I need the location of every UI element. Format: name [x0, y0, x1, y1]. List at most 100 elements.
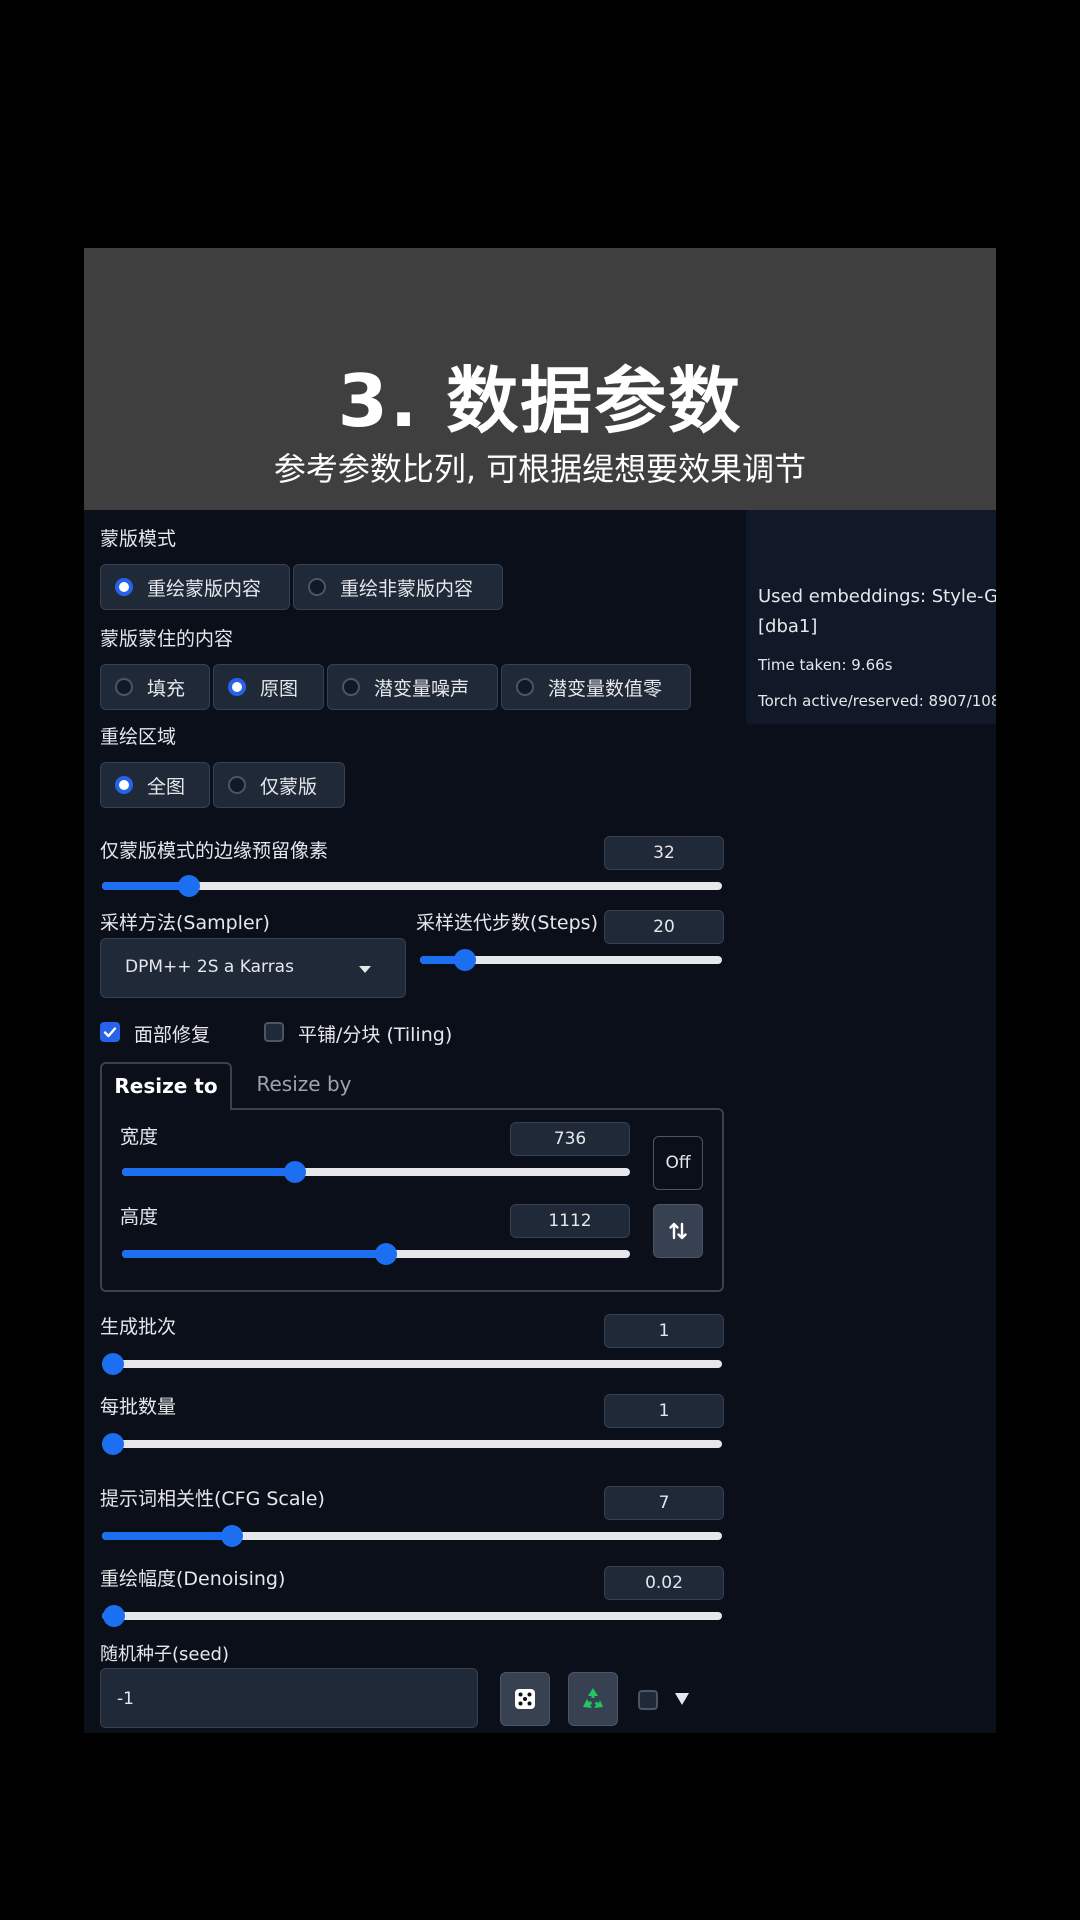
- radio-dot: [342, 678, 360, 696]
- reuse-seed-button[interactable]: [568, 1672, 618, 1726]
- slider-track: [102, 1612, 722, 1620]
- radio-only-masked[interactable]: 仅蒙版: [213, 762, 345, 808]
- height-input[interactable]: 1112: [510, 1204, 630, 1238]
- seed-value: -1: [117, 1689, 134, 1709]
- title-banner: 3. 数据参数 参考参数比列, 可根据缇想要效果调节: [84, 248, 996, 510]
- slider-thumb[interactable]: [454, 949, 477, 971]
- extra-seed-checkbox[interactable]: [638, 1690, 658, 1710]
- tiling-label: 平铺/分块 (Tiling): [298, 1024, 453, 1046]
- radio-dot: [115, 578, 133, 596]
- steps-slider[interactable]: [420, 946, 722, 974]
- batch-count-label: 生成批次: [100, 1316, 177, 1338]
- dice-icon: [515, 1689, 535, 1709]
- slider-fill: [102, 1532, 233, 1540]
- tab-resize-to[interactable]: Resize to: [100, 1062, 232, 1110]
- radio-inpaint-masked[interactable]: 重绘蒙版内容: [100, 564, 290, 610]
- padding-slider[interactable]: [102, 872, 722, 900]
- batch-size-input[interactable]: 1: [604, 1394, 724, 1428]
- check-icon: [103, 1027, 117, 1038]
- slider-fill: [122, 1250, 387, 1258]
- radio-label: 仅蒙版: [260, 775, 318, 798]
- off-button[interactable]: Off: [653, 1136, 703, 1190]
- output-info-panel: Used embeddings: Style-Glas [dba1] Time …: [746, 510, 996, 724]
- triangle-down-icon[interactable]: [674, 1692, 690, 1706]
- mask-mode-radio-group: 重绘蒙版内容 重绘非蒙版内容: [100, 564, 503, 610]
- random-seed-button[interactable]: [500, 1672, 550, 1726]
- steps-input[interactable]: 20: [604, 910, 724, 944]
- banner-title: 3. 数据参数: [337, 359, 743, 443]
- cfg-scale-slider[interactable]: [102, 1522, 722, 1550]
- radio-label: 重绘非蒙版内容: [340, 577, 474, 600]
- embeddings-hash: [dba1]: [758, 616, 818, 637]
- slider-thumb[interactable]: [102, 1433, 124, 1455]
- banner-subtitle: 参考参数比列, 可根据缇想要效果调节: [273, 450, 807, 488]
- slider-thumb[interactable]: [103, 1605, 126, 1627]
- radio-label: 全图: [147, 775, 186, 798]
- height-label: 高度: [120, 1206, 159, 1228]
- radio-label: 潜变量数值零: [548, 677, 663, 700]
- mask-mode-label: 蒙版模式: [100, 528, 177, 550]
- denoising-slider[interactable]: [102, 1602, 722, 1630]
- cfg-scale-input[interactable]: 7: [604, 1486, 724, 1520]
- tiling-checkbox[interactable]: [264, 1022, 284, 1042]
- radio-dot: [516, 678, 534, 696]
- radio-dot: [115, 776, 133, 794]
- sampler-dropdown[interactable]: DPM++ 2S a Karras: [100, 938, 406, 998]
- slider-thumb[interactable]: [375, 1243, 398, 1265]
- slider-thumb[interactable]: [283, 1161, 306, 1183]
- batch-count-input[interactable]: 1: [604, 1314, 724, 1348]
- radio-fill[interactable]: 填充: [100, 664, 210, 710]
- height-slider[interactable]: [122, 1240, 630, 1268]
- padding-input[interactable]: 32: [604, 836, 724, 870]
- inpaint-area-label: 重绘区域: [100, 726, 177, 748]
- tab-resize-by[interactable]: Resize by: [244, 1062, 364, 1108]
- steps-label: 采样迭代步数(Steps): [416, 912, 598, 934]
- radio-inpaint-not-masked[interactable]: 重绘非蒙版内容: [293, 564, 503, 610]
- radio-dot: [228, 678, 246, 696]
- radio-whole-picture[interactable]: 全图: [100, 762, 210, 808]
- chevron-down-icon: [359, 966, 371, 973]
- slider-fill: [122, 1168, 295, 1176]
- denoising-label: 重绘幅度(Denoising): [100, 1568, 286, 1590]
- slider-thumb[interactable]: [102, 1353, 124, 1375]
- masked-content-label: 蒙版蒙住的内容: [100, 628, 234, 650]
- swap-vertical-icon: [669, 1222, 687, 1240]
- slider-track: [102, 1360, 722, 1368]
- time-taken: Time taken: 9.66s: [758, 656, 893, 674]
- sampler-label: 采样方法(Sampler): [100, 912, 270, 934]
- restore-faces-label: 面部修复: [134, 1024, 211, 1046]
- radio-label: 原图: [260, 677, 299, 700]
- radio-label: 潜变量噪声: [374, 677, 470, 700]
- restore-faces-checkbox[interactable]: [100, 1022, 120, 1042]
- used-embeddings-text: Used embeddings: Style-Glas: [758, 586, 996, 607]
- inpaint-area-radio-group: 全图 仅蒙版: [100, 762, 345, 808]
- radio-original[interactable]: 原图: [213, 664, 324, 710]
- radio-label: 重绘蒙版内容: [147, 577, 262, 600]
- slider-thumb[interactable]: [221, 1525, 244, 1547]
- sampler-value: DPM++ 2S a Karras: [125, 957, 294, 977]
- denoising-input[interactable]: 0.02: [604, 1566, 724, 1600]
- swap-dimensions-button[interactable]: [653, 1204, 703, 1258]
- seed-input[interactable]: -1: [100, 1668, 478, 1728]
- webui-screen: 3. 数据参数 参考参数比列, 可根据缇想要效果调节 Used embeddin…: [84, 248, 996, 1733]
- slider-fill: [102, 882, 189, 890]
- torch-memory: Torch active/reserved: 8907/10832: [758, 692, 996, 710]
- masked-content-radio-group: 填充 原图 潜变量噪声 潜变量数值零: [100, 664, 691, 710]
- batch-size-label: 每批数量: [100, 1396, 177, 1418]
- recycle-icon: [583, 1688, 603, 1708]
- padding-label: 仅蒙版模式的边缘预留像素: [100, 840, 329, 862]
- cfg-scale-label: 提示词相关性(CFG Scale): [100, 1488, 325, 1510]
- radio-dot: [228, 776, 246, 794]
- radio-label: 填充: [147, 677, 186, 700]
- radio-latent-nothing[interactable]: 潜变量数值零: [501, 664, 691, 710]
- width-slider[interactable]: [122, 1158, 630, 1186]
- batch-size-slider[interactable]: [102, 1430, 722, 1458]
- batch-count-slider[interactable]: [102, 1350, 722, 1378]
- width-input[interactable]: 736: [510, 1122, 630, 1156]
- seed-label: 随机种子(seed): [100, 1644, 229, 1665]
- slider-thumb[interactable]: [177, 875, 200, 897]
- radio-dot: [115, 678, 133, 696]
- radio-dot: [308, 578, 326, 596]
- width-label: 宽度: [120, 1126, 159, 1148]
- radio-latent-noise[interactable]: 潜变量噪声: [327, 664, 498, 710]
